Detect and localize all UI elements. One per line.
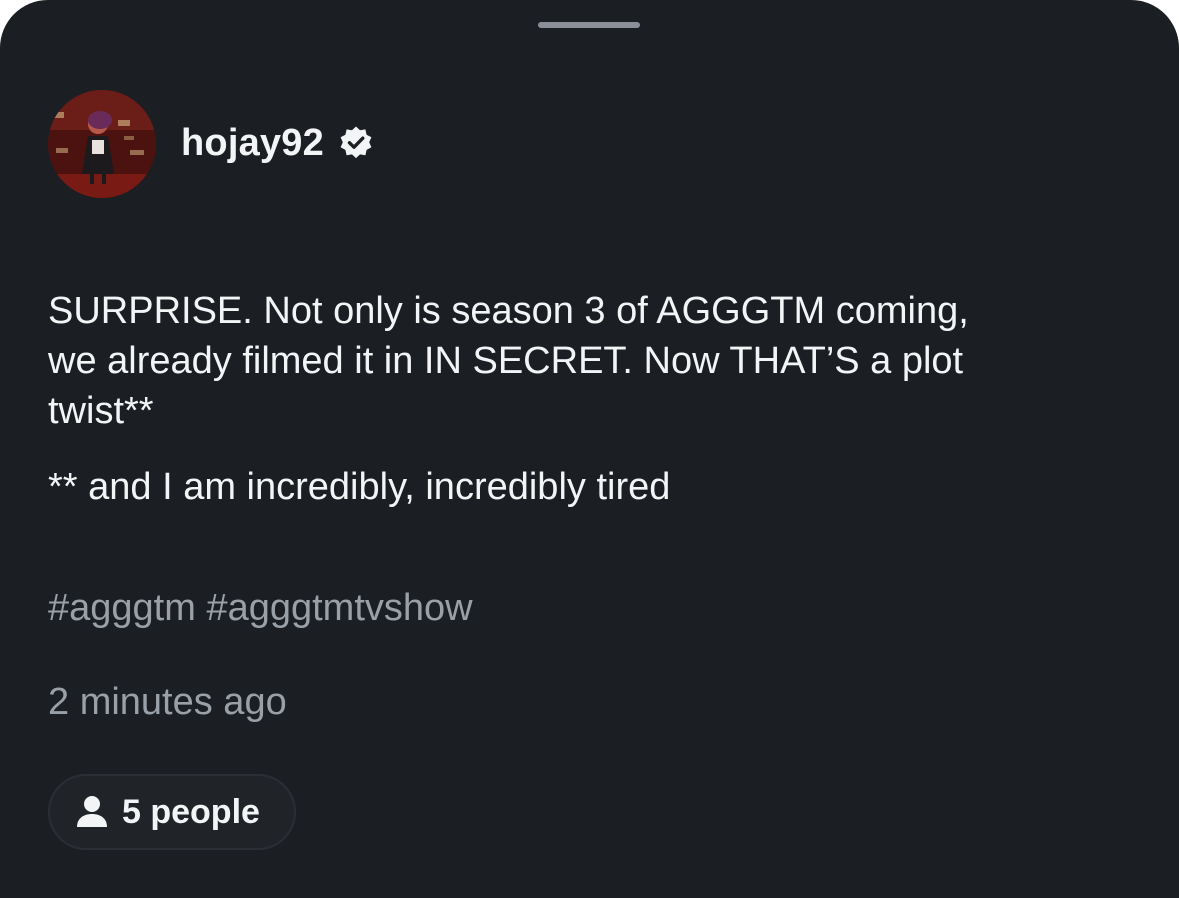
post-paragraph-2: ** and I am incredibly, incredibly tired bbox=[48, 466, 671, 508]
audience-button[interactable]: 5 people bbox=[48, 774, 296, 850]
sheet-grabber-handle[interactable] bbox=[538, 22, 640, 28]
author-row: hojay92 bbox=[181, 118, 374, 168]
username[interactable]: hojay92 bbox=[181, 122, 324, 165]
avatar[interactable] bbox=[48, 90, 156, 198]
post-body: SURPRISE. Not only is season 3 of AGGGTM… bbox=[48, 236, 1128, 536]
person-icon bbox=[76, 795, 108, 829]
audience-label: 5 people bbox=[122, 792, 260, 831]
post-paragraph-1: SURPRISE. Not only is season 3 of AGGGTM… bbox=[48, 290, 969, 432]
hashtags-link[interactable]: #agggtm #agggtmtvshow bbox=[48, 584, 473, 632]
verified-badge-icon bbox=[338, 125, 374, 161]
post-timestamp: 2 minutes ago bbox=[48, 681, 287, 723]
avatar-photo bbox=[48, 90, 156, 198]
post-sheet: hojay92 SURPRISE. Not only is season 3 o… bbox=[0, 0, 1179, 898]
